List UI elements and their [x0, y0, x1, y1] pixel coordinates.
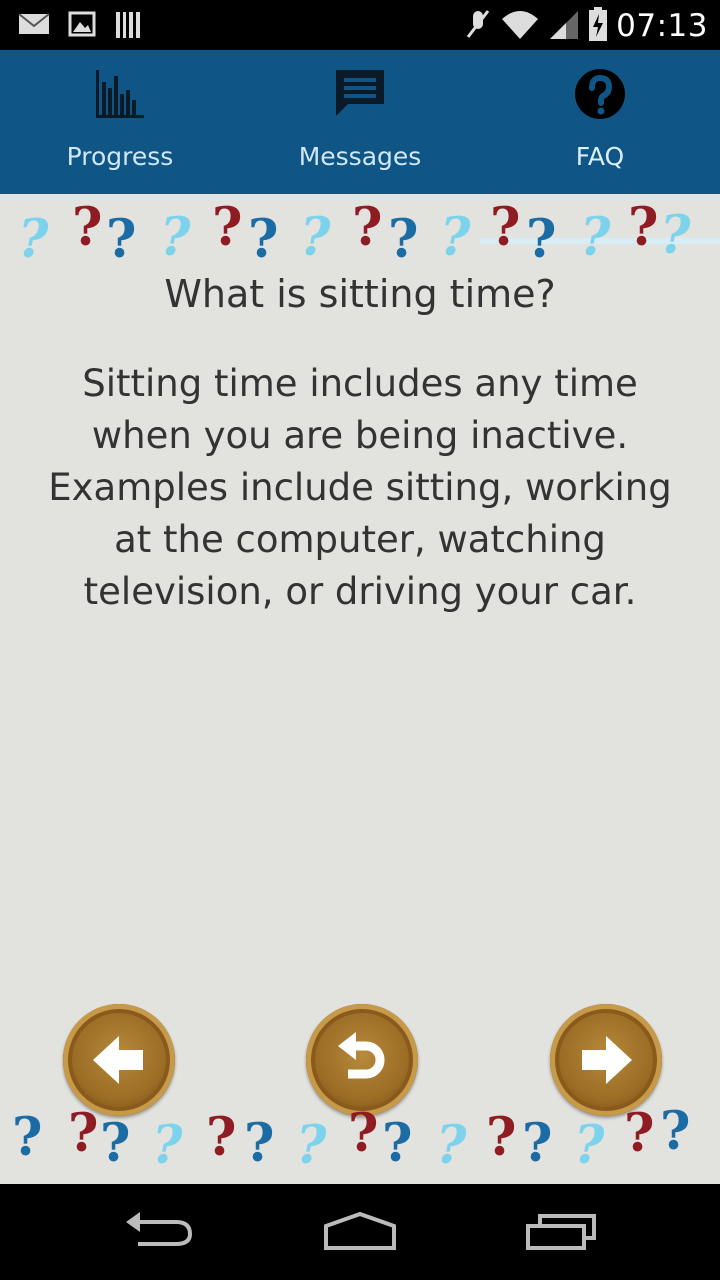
battery-charging-icon — [588, 6, 608, 46]
wifi-icon — [500, 7, 540, 45]
question-mark-icon: ? — [440, 207, 471, 268]
question-mark-icon: ? — [244, 1113, 275, 1174]
previous-button[interactable] — [63, 1004, 175, 1116]
question-mark-icon: ? — [296, 1115, 327, 1176]
question-mark-icon: ? — [574, 1115, 605, 1176]
help-circle-icon — [572, 66, 628, 122]
question-mark-icon: ? — [526, 209, 557, 270]
question-mark-border-bottom: ? ? ? ? ? ? ? ? ? ? ? ? ? ? ? — [0, 1106, 720, 1178]
faq-question: What is sitting time? — [164, 272, 556, 316]
tab-messages[interactable]: Messages — [240, 50, 480, 194]
signal-icon — [548, 7, 580, 45]
question-mark-icon: ? — [12, 1107, 43, 1168]
image-icon — [68, 10, 96, 44]
question-mark-icon: ? — [628, 197, 659, 258]
faq-content: ? ? ? ? ? ? ? ? ? ? ? ? ? ? ? What is si… — [0, 194, 720, 1184]
tab-faq-label: FAQ — [575, 142, 625, 171]
question-mark-icon: ? — [660, 205, 691, 266]
question-mark-icon: ? — [388, 209, 419, 270]
question-mark-icon: ? — [580, 207, 611, 268]
question-mark-icon: ? — [436, 1115, 467, 1176]
back-to-start-button[interactable] — [306, 1004, 418, 1116]
question-mark-icon: ? — [160, 207, 191, 268]
status-bar: 07:13 — [0, 0, 720, 50]
chat-bubble-icon — [332, 66, 388, 122]
question-mark-icon: ? — [106, 209, 137, 270]
system-navigation-bar — [0, 1184, 720, 1280]
recent-apps-icon[interactable] — [524, 1210, 600, 1256]
question-mark-icon: ? — [248, 209, 279, 270]
question-mark-icon: ? — [152, 1115, 183, 1176]
question-mark-icon: ? — [490, 197, 521, 258]
question-mark-icon: ? — [624, 1103, 655, 1164]
question-mark-icon: ? — [522, 1113, 553, 1174]
tab-progress[interactable]: Progress — [0, 50, 240, 194]
back-icon[interactable] — [124, 1210, 196, 1254]
home-icon[interactable] — [322, 1210, 398, 1256]
question-mark-icon: ? — [300, 207, 331, 268]
tab-faq[interactable]: FAQ — [480, 50, 720, 194]
mute-icon — [464, 7, 492, 45]
question-mark-border-top: ? ? ? ? ? ? ? ? ? ? ? ? ? ? ? — [0, 200, 720, 272]
question-mark-icon: ? — [486, 1107, 517, 1168]
question-mark-icon: ? — [352, 197, 383, 258]
question-mark-icon: ? — [348, 1103, 379, 1164]
tab-messages-label: Messages — [298, 142, 422, 171]
mail-icon — [18, 10, 50, 44]
question-mark-icon: ? — [72, 197, 103, 258]
bar-chart-icon — [92, 66, 148, 122]
question-mark-icon: ? — [100, 1113, 131, 1174]
next-button[interactable] — [550, 1004, 662, 1116]
clock: 07:13 — [616, 8, 708, 44]
question-mark-icon: ? — [382, 1113, 413, 1174]
question-mark-icon: ? — [68, 1103, 99, 1164]
faq-answer: Sitting time includes any time when you … — [48, 362, 672, 613]
barcode-icon — [114, 10, 142, 44]
question-mark-icon: ? — [212, 197, 243, 258]
question-mark-icon: ? — [660, 1101, 691, 1162]
tab-bar: Progress Messages FAQ — [0, 50, 720, 244]
question-mark-icon: ? — [18, 209, 49, 270]
question-mark-icon: ? — [206, 1107, 237, 1168]
tab-progress-label: Progress — [66, 142, 174, 171]
